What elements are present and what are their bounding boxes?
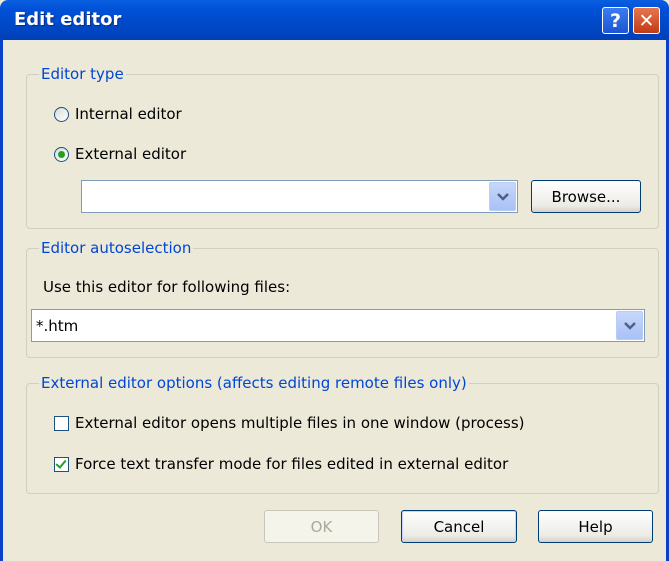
ok-button[interactable]: OK <box>264 510 379 543</box>
autoselection-label: Use this editor for following files: <box>43 278 291 296</box>
help-button[interactable]: Help <box>538 510 653 543</box>
external-editor-radio[interactable]: External editor <box>54 145 186 163</box>
browse-button[interactable]: Browse... <box>531 180 641 213</box>
dropdown-arrow-icon[interactable] <box>616 311 643 340</box>
multiple-files-checkbox[interactable]: External editor opens multiple files in … <box>54 414 525 432</box>
help-icon[interactable]: ? <box>602 7 629 34</box>
radio-button-icon[interactable] <box>54 106 69 122</box>
file-mask-value: *.htm <box>36 317 79 335</box>
cancel-button[interactable]: Cancel <box>401 510 517 543</box>
radio-button-selected-icon[interactable] <box>54 146 69 162</box>
external-editor-label: External editor <box>75 145 187 163</box>
ok-button-label: OK <box>310 517 333 536</box>
autoselection-label-row: Use this editor for following files: <box>43 278 290 296</box>
title-bar[interactable]: Edit editor ? ✕ <box>0 0 669 40</box>
force-text-label: Force text transfer mode for files edite… <box>75 455 509 473</box>
close-icon[interactable]: ✕ <box>633 7 660 34</box>
cancel-button-label: Cancel <box>433 517 485 536</box>
browse-button-label: Browse... <box>551 187 621 206</box>
external-editor-options-group: External editor options (affects editing… <box>26 374 659 494</box>
file-mask-combobox[interactable]: *.htm <box>31 309 645 342</box>
dialog-body: Editor type Internal editor External edi… <box>0 40 669 561</box>
dropdown-arrow-icon[interactable] <box>489 182 516 211</box>
checkbox-unchecked-icon[interactable] <box>54 415 69 431</box>
window-title: Edit editor <box>14 9 122 30</box>
editor-type-legend: Editor type <box>39 65 126 83</box>
multiple-files-label: External editor opens multiple files in … <box>75 414 525 432</box>
external-editor-path-combobox[interactable] <box>81 180 518 213</box>
force-text-checkbox[interactable]: Force text transfer mode for files edite… <box>54 455 508 473</box>
internal-editor-radio[interactable]: Internal editor <box>54 105 182 123</box>
editor-autoselection-legend: Editor autoselection <box>39 239 194 257</box>
internal-editor-label: Internal editor <box>75 105 182 123</box>
help-button-label: Help <box>578 517 613 536</box>
checkbox-checked-icon[interactable] <box>54 456 69 472</box>
external-editor-options-legend: External editor options (affects editing… <box>39 374 469 392</box>
